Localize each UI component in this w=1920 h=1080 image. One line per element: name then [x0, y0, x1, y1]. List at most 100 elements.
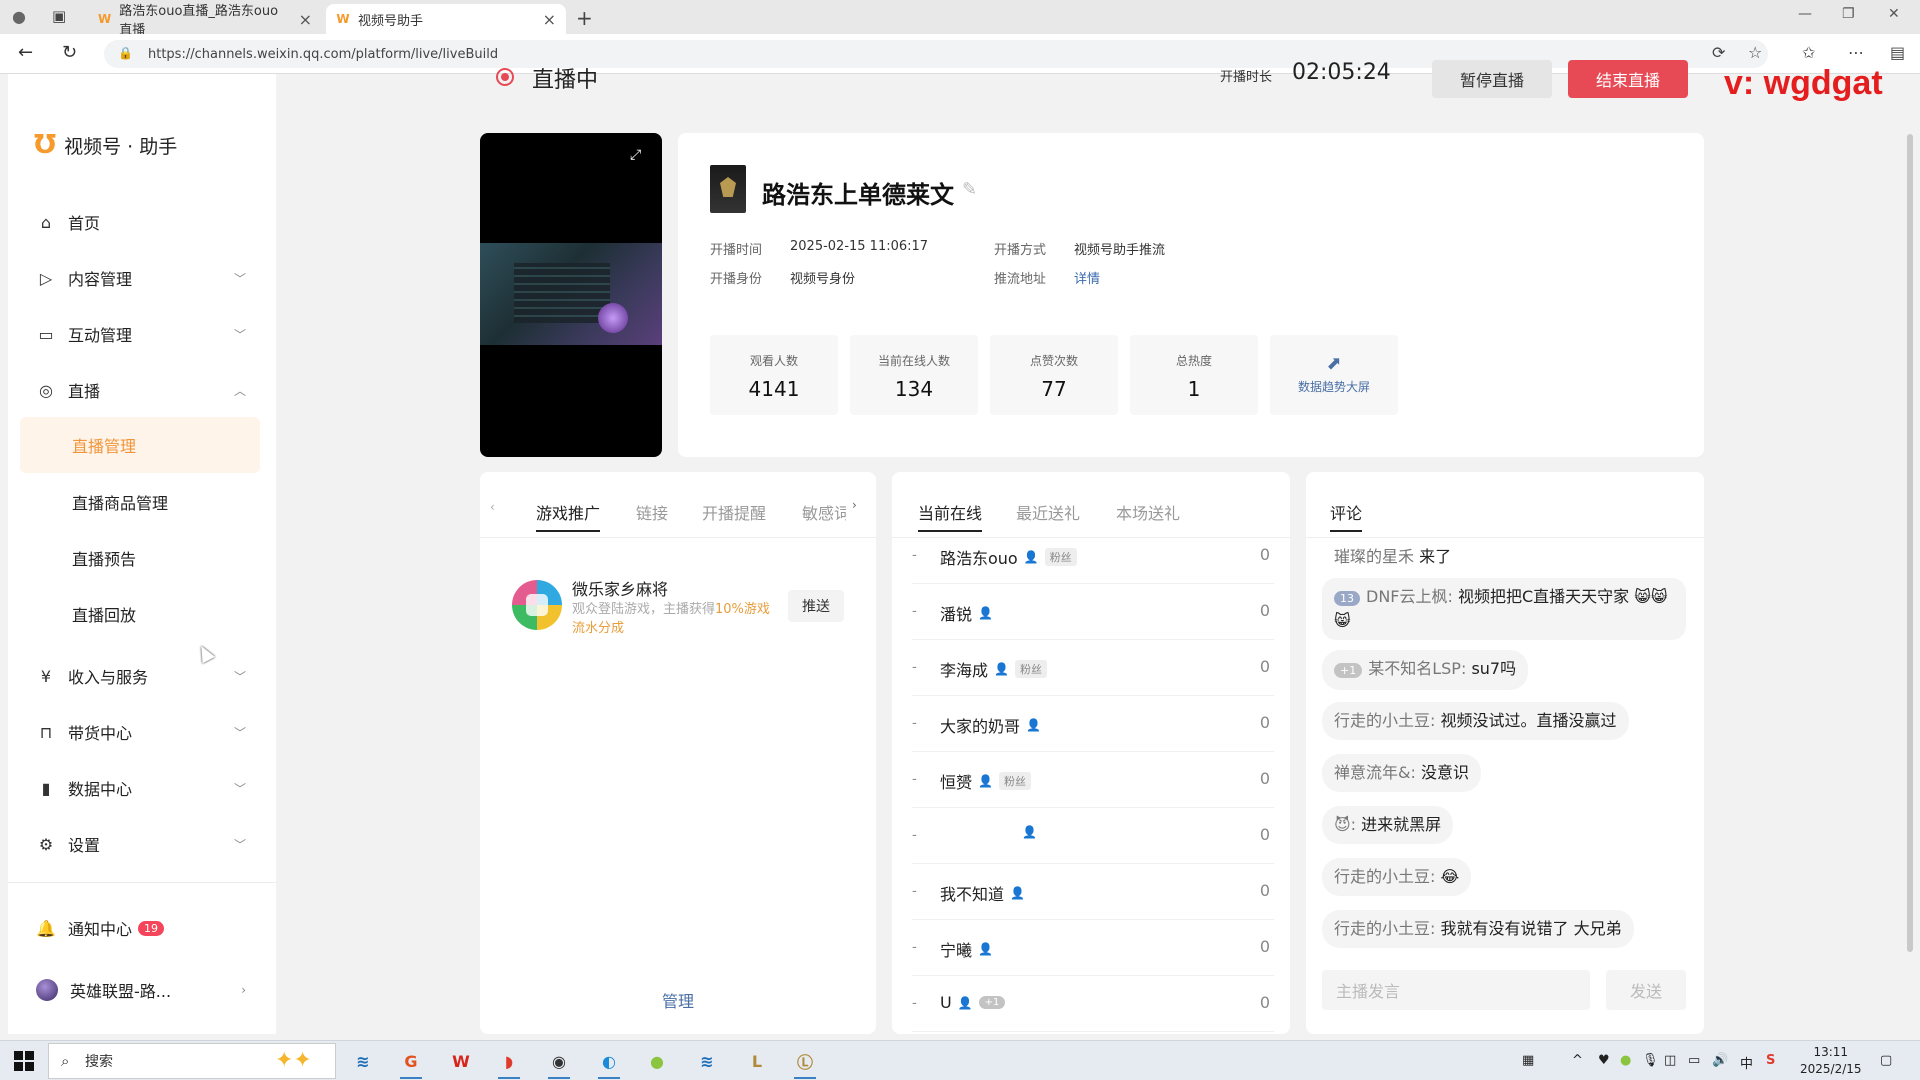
restore-icon[interactable]: ❐	[1842, 6, 1855, 22]
anchor-message-input[interactable]: 主播发言	[1322, 970, 1590, 1010]
taskbar-app-wps-icon[interactable]: W	[446, 1047, 476, 1075]
new-tab-icon[interactable]: +	[576, 6, 593, 30]
comment-item[interactable]: 13 DNF云上枫: 视频把把C直播天天守家 😸😸😸	[1322, 578, 1686, 640]
more-icon[interactable]: ⋯	[1848, 43, 1864, 62]
chevron-right-icon[interactable]: ›	[852, 498, 857, 512]
taskbar-search[interactable]: ⌕ 搜索 ✦✦	[48, 1043, 336, 1079]
tab-sensitive-words[interactable]: 敏感词	[802, 500, 846, 524]
pause-live-button[interactable]: 暂停直播	[1432, 60, 1552, 98]
taskbar-clock[interactable]: 13:11 2025/2/15	[1800, 1044, 1862, 1078]
viewer-name: 潘锐	[940, 605, 973, 624]
tab-recent-gifts[interactable]: 最近送礼	[1016, 500, 1080, 524]
sidebar-toggle-icon[interactable]: ▤	[1890, 43, 1905, 62]
favorites-icon[interactable]: ✩	[1802, 43, 1815, 62]
star-icon[interactable]: ☆	[1748, 43, 1762, 62]
manage-link[interactable]: 管理	[480, 988, 876, 1012]
tab-current-online[interactable]: 当前在线	[918, 500, 983, 532]
expand-icon[interactable]: ⤢	[630, 147, 641, 163]
sidebar-item-content[interactable]: ▷ 内容管理 ﹀	[36, 258, 256, 298]
game-description: 观众登陆游戏，主播获得10%游戏流水分成	[572, 600, 782, 638]
back-icon[interactable]: ←	[18, 42, 33, 63]
tray-expand-icon[interactable]: ^	[1572, 1053, 1583, 1068]
viewer-row[interactable]: - 宁曦 👤 0	[912, 920, 1274, 976]
close-tab-icon[interactable]: ×	[543, 10, 556, 29]
tab-comments[interactable]: 评论	[1330, 500, 1363, 532]
sidebar-subitem-live-replay[interactable]: 直播回放	[72, 594, 136, 634]
viewer-row[interactable]: - U 👤 +1 0	[912, 976, 1274, 1032]
comment-item[interactable]: 😈: 进来就黑屏	[1322, 806, 1454, 844]
page-scrollbar[interactable]	[1907, 134, 1913, 952]
comment-author: 行走的小土豆:	[1334, 867, 1436, 886]
minimize-icon[interactable]: —	[1798, 6, 1812, 22]
tray-ime[interactable]: 中	[1740, 1053, 1753, 1072]
comment-item[interactable]: 行走的小土豆: 我就有没有说错了 大兄弟	[1322, 910, 1634, 948]
notification-center-icon[interactable]: ▢	[1880, 1053, 1892, 1068]
viewer-row[interactable]: - 恒赟 👤 粉丝 0	[912, 752, 1274, 808]
tray-sogou-icon[interactable]: S	[1766, 1053, 1775, 1068]
live-preview[interactable]: ⤢	[480, 133, 662, 457]
close-window-icon[interactable]: ✕	[1888, 6, 1900, 22]
yen-icon: ¥	[40, 666, 52, 686]
sidebar-subitem-live-goods[interactable]: 直播商品管理	[72, 482, 168, 522]
taskbar-app-g-icon[interactable]: G	[396, 1047, 426, 1079]
comment-item[interactable]: 行走的小土豆: 😂	[1322, 858, 1472, 896]
tab-game-promo[interactable]: 游戏推广	[536, 500, 601, 532]
tray-green-icon[interactable]: ●	[1620, 1053, 1631, 1068]
viewer-row[interactable]: - 👤 0	[912, 808, 1274, 864]
sidebar-item-goods-center[interactable]: ⊓ 带货中心 ﹀	[36, 712, 256, 752]
tray-camera-icon[interactable]: ◫	[1664, 1053, 1676, 1068]
logo[interactable]: Ʊ 视频号 · 助手	[34, 130, 177, 160]
viewer-row[interactable]: - 大家的奶哥 👤 0	[912, 696, 1274, 752]
sidebar-item-income[interactable]: ¥ 收入与服务 ﹀	[36, 656, 256, 696]
taskbar-app-green-icon[interactable]: ●	[642, 1047, 672, 1075]
tab-live-reminder[interactable]: 开播提醒	[702, 500, 766, 524]
tray-mic-icon[interactable]: 🎙	[1642, 1053, 1659, 1068]
sidebar-item-live[interactable]: ◎ 直播 ︿	[36, 370, 256, 410]
viewer-row[interactable]: - 我不知道 👤 0	[912, 864, 1274, 920]
sidebar-subitem-live-preview[interactable]: 直播预告	[72, 538, 136, 578]
push-address-details-link[interactable]: 详情	[1074, 268, 1100, 287]
tab-links[interactable]: 链接	[636, 500, 668, 524]
sidebar-account[interactable]: 英雄联盟-路... ›	[36, 970, 256, 1010]
edit-icon[interactable]: ✎	[962, 179, 977, 200]
sidebar-item-home[interactable]: ⌂ 首页	[36, 202, 256, 242]
identity-label: 开播身份	[710, 272, 763, 287]
taskbar-app-stream-icon[interactable]: ≋	[348, 1047, 378, 1075]
taskbar-app-edge-icon[interactable]: ◐	[594, 1047, 624, 1079]
end-live-button[interactable]: 结束直播	[1568, 60, 1688, 98]
push-game-button[interactable]: 推送	[788, 590, 844, 622]
windows-start-icon[interactable]	[14, 1051, 34, 1071]
refresh-icon[interactable]: ↻	[62, 42, 77, 63]
sidebar-item-data-center[interactable]: ▮ 数据中心 ﹀	[36, 768, 256, 808]
comment-item[interactable]: 禅意流年&: 没意识	[1322, 754, 1481, 792]
profile-icon[interactable]: ●	[12, 7, 26, 26]
viewer-row[interactable]: - 路浩东ouo 👤 粉丝 0	[912, 528, 1274, 584]
taskbar-app-lol-client-icon[interactable]: Ⓛ	[790, 1047, 820, 1079]
sidebar-item-notifications[interactable]: 🔔 通知中心 19	[36, 908, 256, 948]
taskbar-app-lol-icon[interactable]: L	[742, 1047, 772, 1075]
viewer-row[interactable]: - 潘锐 👤 0	[912, 584, 1274, 640]
chevron-left-icon[interactable]: ‹	[490, 500, 495, 514]
sidebar-item-settings[interactable]: ⚙ 设置 ﹀	[36, 824, 256, 864]
tray-network-icon[interactable]: ▭	[1688, 1053, 1700, 1068]
tab-session-gifts[interactable]: 本场送礼	[1116, 500, 1180, 524]
browser-tab-stream[interactable]: W 路浩东ouo直播_路浩东ouo直播_ ×	[88, 4, 322, 38]
tray-app-icon[interactable]: ♥	[1598, 1053, 1610, 1068]
comment-item[interactable]: 行走的小土豆: 视频没试过。直播没赢过	[1322, 702, 1629, 740]
taskbar-app-obs-icon[interactable]: ◉	[544, 1047, 574, 1079]
data-trend-button[interactable]: ⬈ 数据趋势大屏	[1270, 335, 1398, 415]
sidebar-item-interaction[interactable]: ▭ 互动管理 ﹀	[36, 314, 256, 354]
translate-icon[interactable]: ⟳	[1712, 43, 1725, 62]
comment-item[interactable]: 璀璨的星禾 来了	[1322, 546, 1463, 576]
taskbar-app-stream2-icon[interactable]: ≋	[692, 1047, 722, 1075]
tray-volume-icon[interactable]: 🔊	[1712, 1053, 1728, 1068]
sidebar-subitem-live-manage[interactable]: 直播管理	[20, 417, 260, 473]
taskbar-app-red-icon[interactable]: ◗	[494, 1047, 524, 1079]
viewer-row[interactable]: - 李海成 👤 粉丝 0	[912, 640, 1274, 696]
close-tab-icon[interactable]: ×	[299, 10, 312, 29]
browser-tab-assistant[interactable]: W 视频号助手 ×	[326, 4, 566, 34]
send-button[interactable]: 发送	[1606, 970, 1686, 1010]
tray-news-icon[interactable]: ▦	[1522, 1053, 1534, 1068]
tab-actions-icon[interactable]: ▣	[52, 7, 66, 25]
comment-item[interactable]: +1 某不知名LSP: su7吗	[1322, 650, 1529, 690]
